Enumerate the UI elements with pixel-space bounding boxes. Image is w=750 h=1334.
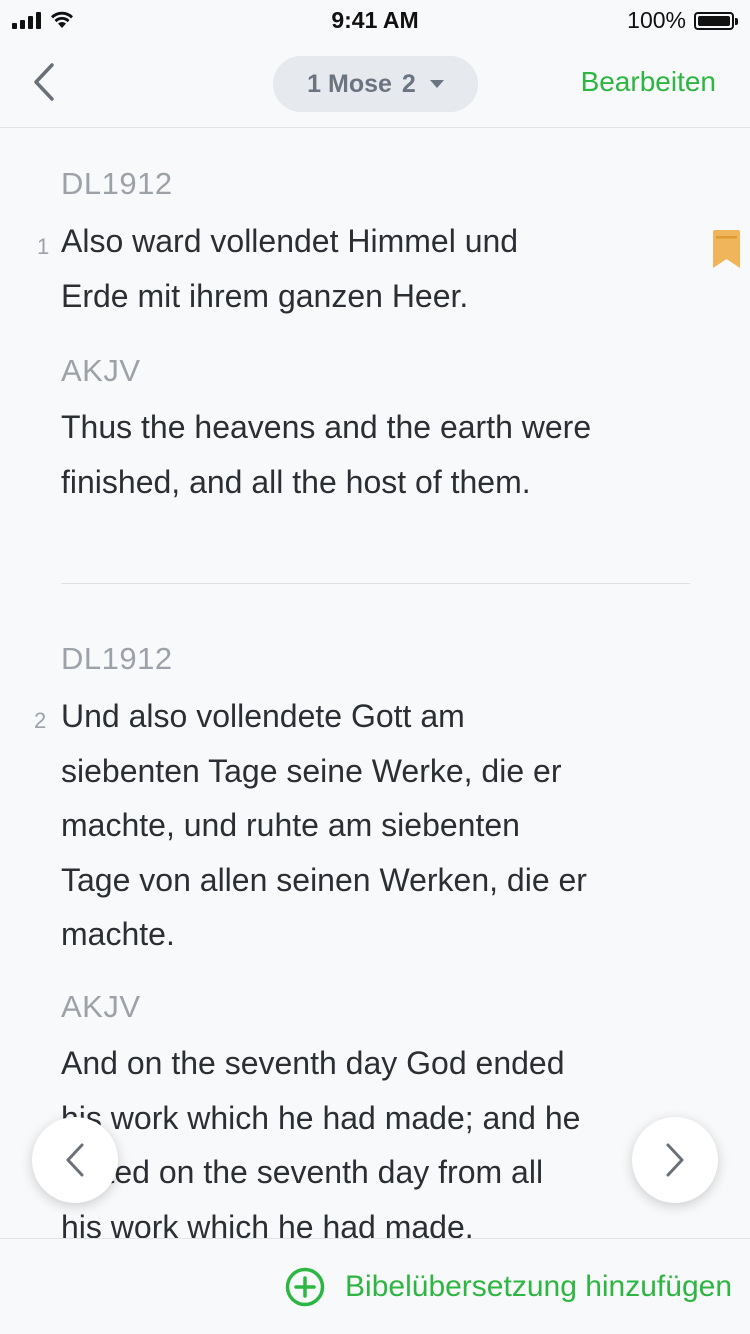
verse-number: 2 (34, 708, 47, 733)
previous-chapter-button[interactable] (32, 1117, 118, 1203)
battery-fill (698, 15, 730, 26)
battery-icon (694, 11, 738, 30)
battery-indicator: 100% (627, 7, 738, 34)
edit-button[interactable]: Bearbeiten (581, 66, 716, 98)
bottom-toolbar: Bibelübersetzung hinzufügen (0, 1238, 750, 1334)
back-button[interactable] (22, 60, 66, 104)
verse-text: And on the seventh day God ended his wor… (61, 1045, 581, 1238)
translation-label: AKJV (61, 989, 141, 1024)
chapter-selector[interactable]: 1 Mose 2 (273, 56, 478, 112)
chapter-number: 2 (401, 69, 416, 98)
bookmark-icon[interactable] (713, 230, 740, 268)
chevron-right-icon (666, 1143, 684, 1177)
verse-text: Also ward vollendet Himmel und Erde mit … (61, 223, 519, 314)
caret-down-icon (429, 80, 444, 88)
next-chapter-button[interactable] (632, 1117, 718, 1203)
book-name: 1 Mose (307, 69, 392, 98)
translation-label: DL1912 (61, 166, 173, 201)
translation-label: AKJV (61, 353, 141, 388)
verse-text: Und also vollendete Gott am siebenten Ta… (61, 698, 587, 952)
battery-cap (735, 17, 738, 25)
add-translation-label: Bibelübersetzung hinzufügen (345, 1270, 732, 1303)
add-translation-button[interactable]: Bibelübersetzung hinzufügen (285, 1267, 732, 1307)
plus-circle-icon (285, 1267, 325, 1307)
status-bar: 9:41 AM 100% (0, 0, 750, 40)
nav-bar: 1 Mose 2 Bearbeiten (0, 40, 750, 128)
verse-list[interactable]: DL1912 1 Also ward vollendet Himmel und … (0, 128, 750, 1238)
chevron-left-icon (34, 63, 54, 101)
verse-text: Thus the heavens and the earth were fini… (61, 409, 592, 500)
verse-number: 1 (37, 234, 50, 259)
verse-divider (61, 583, 690, 584)
translation-label: DL1912 (61, 641, 173, 676)
chevron-left-icon (66, 1143, 84, 1177)
battery-percent: 100% (627, 7, 686, 33)
